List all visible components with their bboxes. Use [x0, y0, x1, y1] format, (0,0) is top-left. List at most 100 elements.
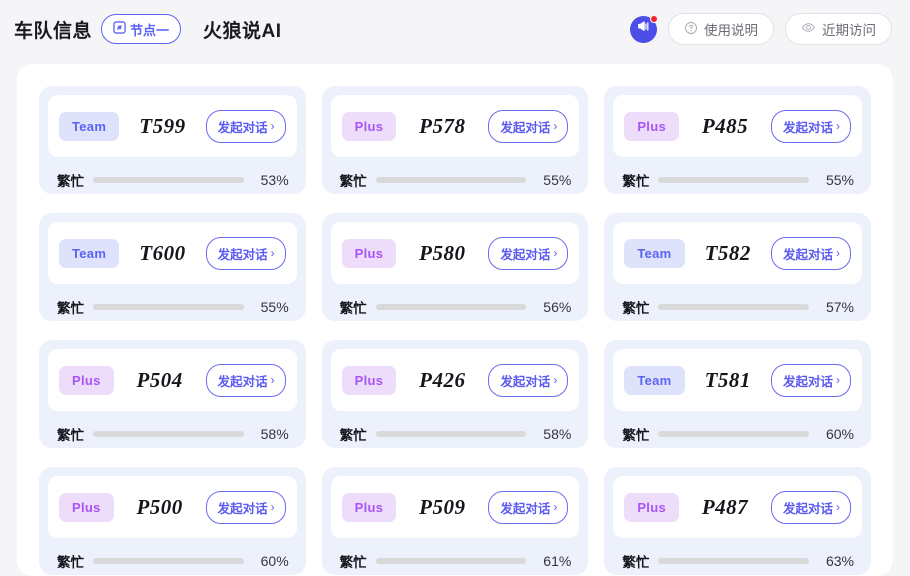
agent-card-header: Plus P500 发起对话 › — [48, 476, 297, 538]
agent-load-row: 繁忙 55% — [613, 157, 862, 203]
start-chat-button[interactable]: 发起对话 › — [205, 363, 286, 397]
tier-badge: Plus — [59, 492, 114, 522]
app-name: 火狼说AI — [203, 20, 282, 42]
agent-load-row: 繁忙 58% — [48, 411, 297, 457]
busy-percent: 55% — [825, 172, 854, 188]
agent-card-header: Plus P487 发起对话 › — [613, 476, 862, 538]
usage-guide-button[interactable]: 使用说明 — [668, 13, 774, 45]
agent-card-header: Plus P580 发起对话 › — [330, 222, 580, 284]
agent-id: P578 — [419, 113, 466, 138]
agent-card-header: Plus P509 发起对话 › — [330, 476, 580, 538]
busy-percent: 53% — [260, 172, 289, 188]
start-chat-label: 发起对话 — [500, 247, 551, 262]
start-chat-button[interactable]: 发起对话 › — [488, 490, 569, 524]
agent-card[interactable]: Team T581 发起对话 › 繁忙 60% — [604, 340, 871, 448]
start-chat-button[interactable]: 发起对话 › — [205, 109, 286, 143]
agent-card[interactable]: Plus P504 发起对话 › 繁忙 58% — [39, 340, 306, 448]
agent-card-header: Plus P426 发起对话 › — [330, 349, 580, 411]
node-square-icon — [113, 21, 126, 37]
eye-icon — [801, 20, 816, 38]
chevron-right-icon: › — [270, 373, 275, 387]
agent-load-row: 繁忙 55% — [331, 157, 580, 203]
busy-progress-bar — [375, 304, 527, 310]
start-chat-button[interactable]: 发起对话 › — [205, 236, 286, 270]
tier-badge: Plus — [341, 238, 397, 268]
agent-card[interactable]: Plus P485 发起对话 › 繁忙 55% — [604, 86, 871, 194]
recent-visits-label: 近期访问 — [822, 23, 876, 38]
agent-load-row: 繁忙 60% — [613, 411, 862, 457]
start-chat-label: 发起对话 — [500, 374, 551, 389]
tier-badge: Team — [59, 238, 120, 268]
agent-card[interactable]: Plus P426 发起对话 › 繁忙 58% — [321, 340, 589, 448]
agent-card-header: Team T582 发起对话 › — [613, 222, 862, 284]
agent-card[interactable]: Team T600 发起对话 › 繁忙 55% — [39, 213, 306, 321]
node-selector-pill[interactable]: 节点一 — [101, 14, 182, 44]
recent-visits-button[interactable]: 近期访问 — [785, 13, 892, 45]
busy-percent: 56% — [543, 299, 572, 315]
chevron-right-icon: › — [270, 119, 275, 133]
agent-card[interactable]: Plus P487 发起对话 › 繁忙 63% — [604, 467, 871, 575]
agent-card[interactable]: Plus P578 发起对话 › 繁忙 55% — [321, 86, 589, 194]
agent-id: P509 — [419, 494, 466, 519]
start-chat-label: 发起对话 — [782, 501, 833, 516]
start-chat-button[interactable]: 发起对话 › — [488, 236, 569, 270]
busy-percent: 55% — [543, 172, 572, 188]
busy-progress-bar — [93, 431, 244, 437]
usage-guide-label: 使用说明 — [704, 23, 758, 38]
start-chat-label: 发起对话 — [782, 247, 833, 262]
agent-card[interactable]: Plus P509 发起对话 › 繁忙 61% — [321, 467, 589, 576]
busy-progress-bar — [375, 177, 527, 183]
agent-id: P504 — [136, 367, 183, 392]
busy-percent: 61% — [543, 553, 572, 569]
busy-progress-bar — [93, 177, 244, 183]
chevron-right-icon: › — [835, 373, 840, 387]
busy-percent: 55% — [260, 299, 289, 315]
busy-label: 繁忙 — [57, 174, 84, 189]
start-chat-button[interactable]: 发起对话 › — [205, 490, 286, 524]
busy-progress-bar — [375, 558, 527, 564]
question-circle-icon — [684, 21, 698, 38]
agent-load-row: 繁忙 63% — [613, 538, 862, 576]
agent-card[interactable]: Plus P580 发起对话 › 繁忙 56% — [321, 213, 589, 321]
busy-label: 繁忙 — [622, 174, 650, 189]
chevron-right-icon: › — [835, 500, 840, 514]
agent-id: T581 — [704, 367, 751, 392]
start-chat-label: 发起对话 — [217, 374, 268, 389]
chevron-right-icon: › — [270, 246, 275, 260]
start-chat-button[interactable]: 发起对话 › — [770, 236, 851, 270]
agent-card[interactable]: Plus P500 发起对话 › 繁忙 60% — [39, 467, 306, 575]
start-chat-label: 发起对话 — [217, 501, 268, 516]
agent-load-row: 繁忙 61% — [331, 538, 580, 576]
start-chat-button[interactable]: 发起对话 › — [770, 363, 851, 397]
busy-label: 繁忙 — [622, 555, 650, 570]
start-chat-button[interactable]: 发起对话 › — [488, 363, 569, 397]
agent-card[interactable]: Team T599 发起对话 › 繁忙 53% — [39, 86, 306, 194]
node-pill-label: 节点一 — [130, 22, 170, 38]
start-chat-button[interactable]: 发起对话 › — [488, 109, 569, 143]
busy-label: 繁忙 — [339, 301, 367, 316]
busy-percent: 60% — [260, 553, 289, 569]
announcement-button[interactable] — [630, 14, 658, 43]
tier-badge: Team — [59, 111, 120, 141]
tier-badge: Plus — [624, 111, 679, 141]
agent-card-header: Team T600 发起对话 › — [48, 222, 297, 284]
busy-progress-bar — [93, 304, 244, 310]
start-chat-label: 发起对话 — [500, 120, 551, 135]
start-chat-label: 发起对话 — [217, 120, 268, 135]
busy-progress-bar — [93, 558, 244, 564]
agent-load-row: 繁忙 58% — [331, 411, 580, 457]
agent-load-row: 繁忙 53% — [48, 157, 297, 203]
start-chat-button[interactable]: 发起对话 › — [770, 490, 851, 524]
fleet-panel: Team T599 发起对话 › 繁忙 53% Plus P578 发起对话 › 繁忙 55% Plus… — [17, 64, 893, 576]
agent-load-row: 繁忙 55% — [48, 284, 297, 330]
busy-label: 繁忙 — [339, 428, 367, 443]
busy-percent: 58% — [260, 426, 289, 442]
agent-card[interactable]: Team T582 发起对话 › 繁忙 57% — [604, 213, 871, 321]
busy-label: 繁忙 — [622, 301, 650, 316]
agent-id: T599 — [139, 113, 186, 138]
agent-id: P487 — [701, 494, 749, 519]
start-chat-button[interactable]: 发起对话 › — [770, 109, 851, 143]
agent-id: P485 — [701, 113, 749, 138]
chevron-right-icon: › — [553, 500, 558, 514]
tier-badge: Plus — [624, 492, 679, 522]
